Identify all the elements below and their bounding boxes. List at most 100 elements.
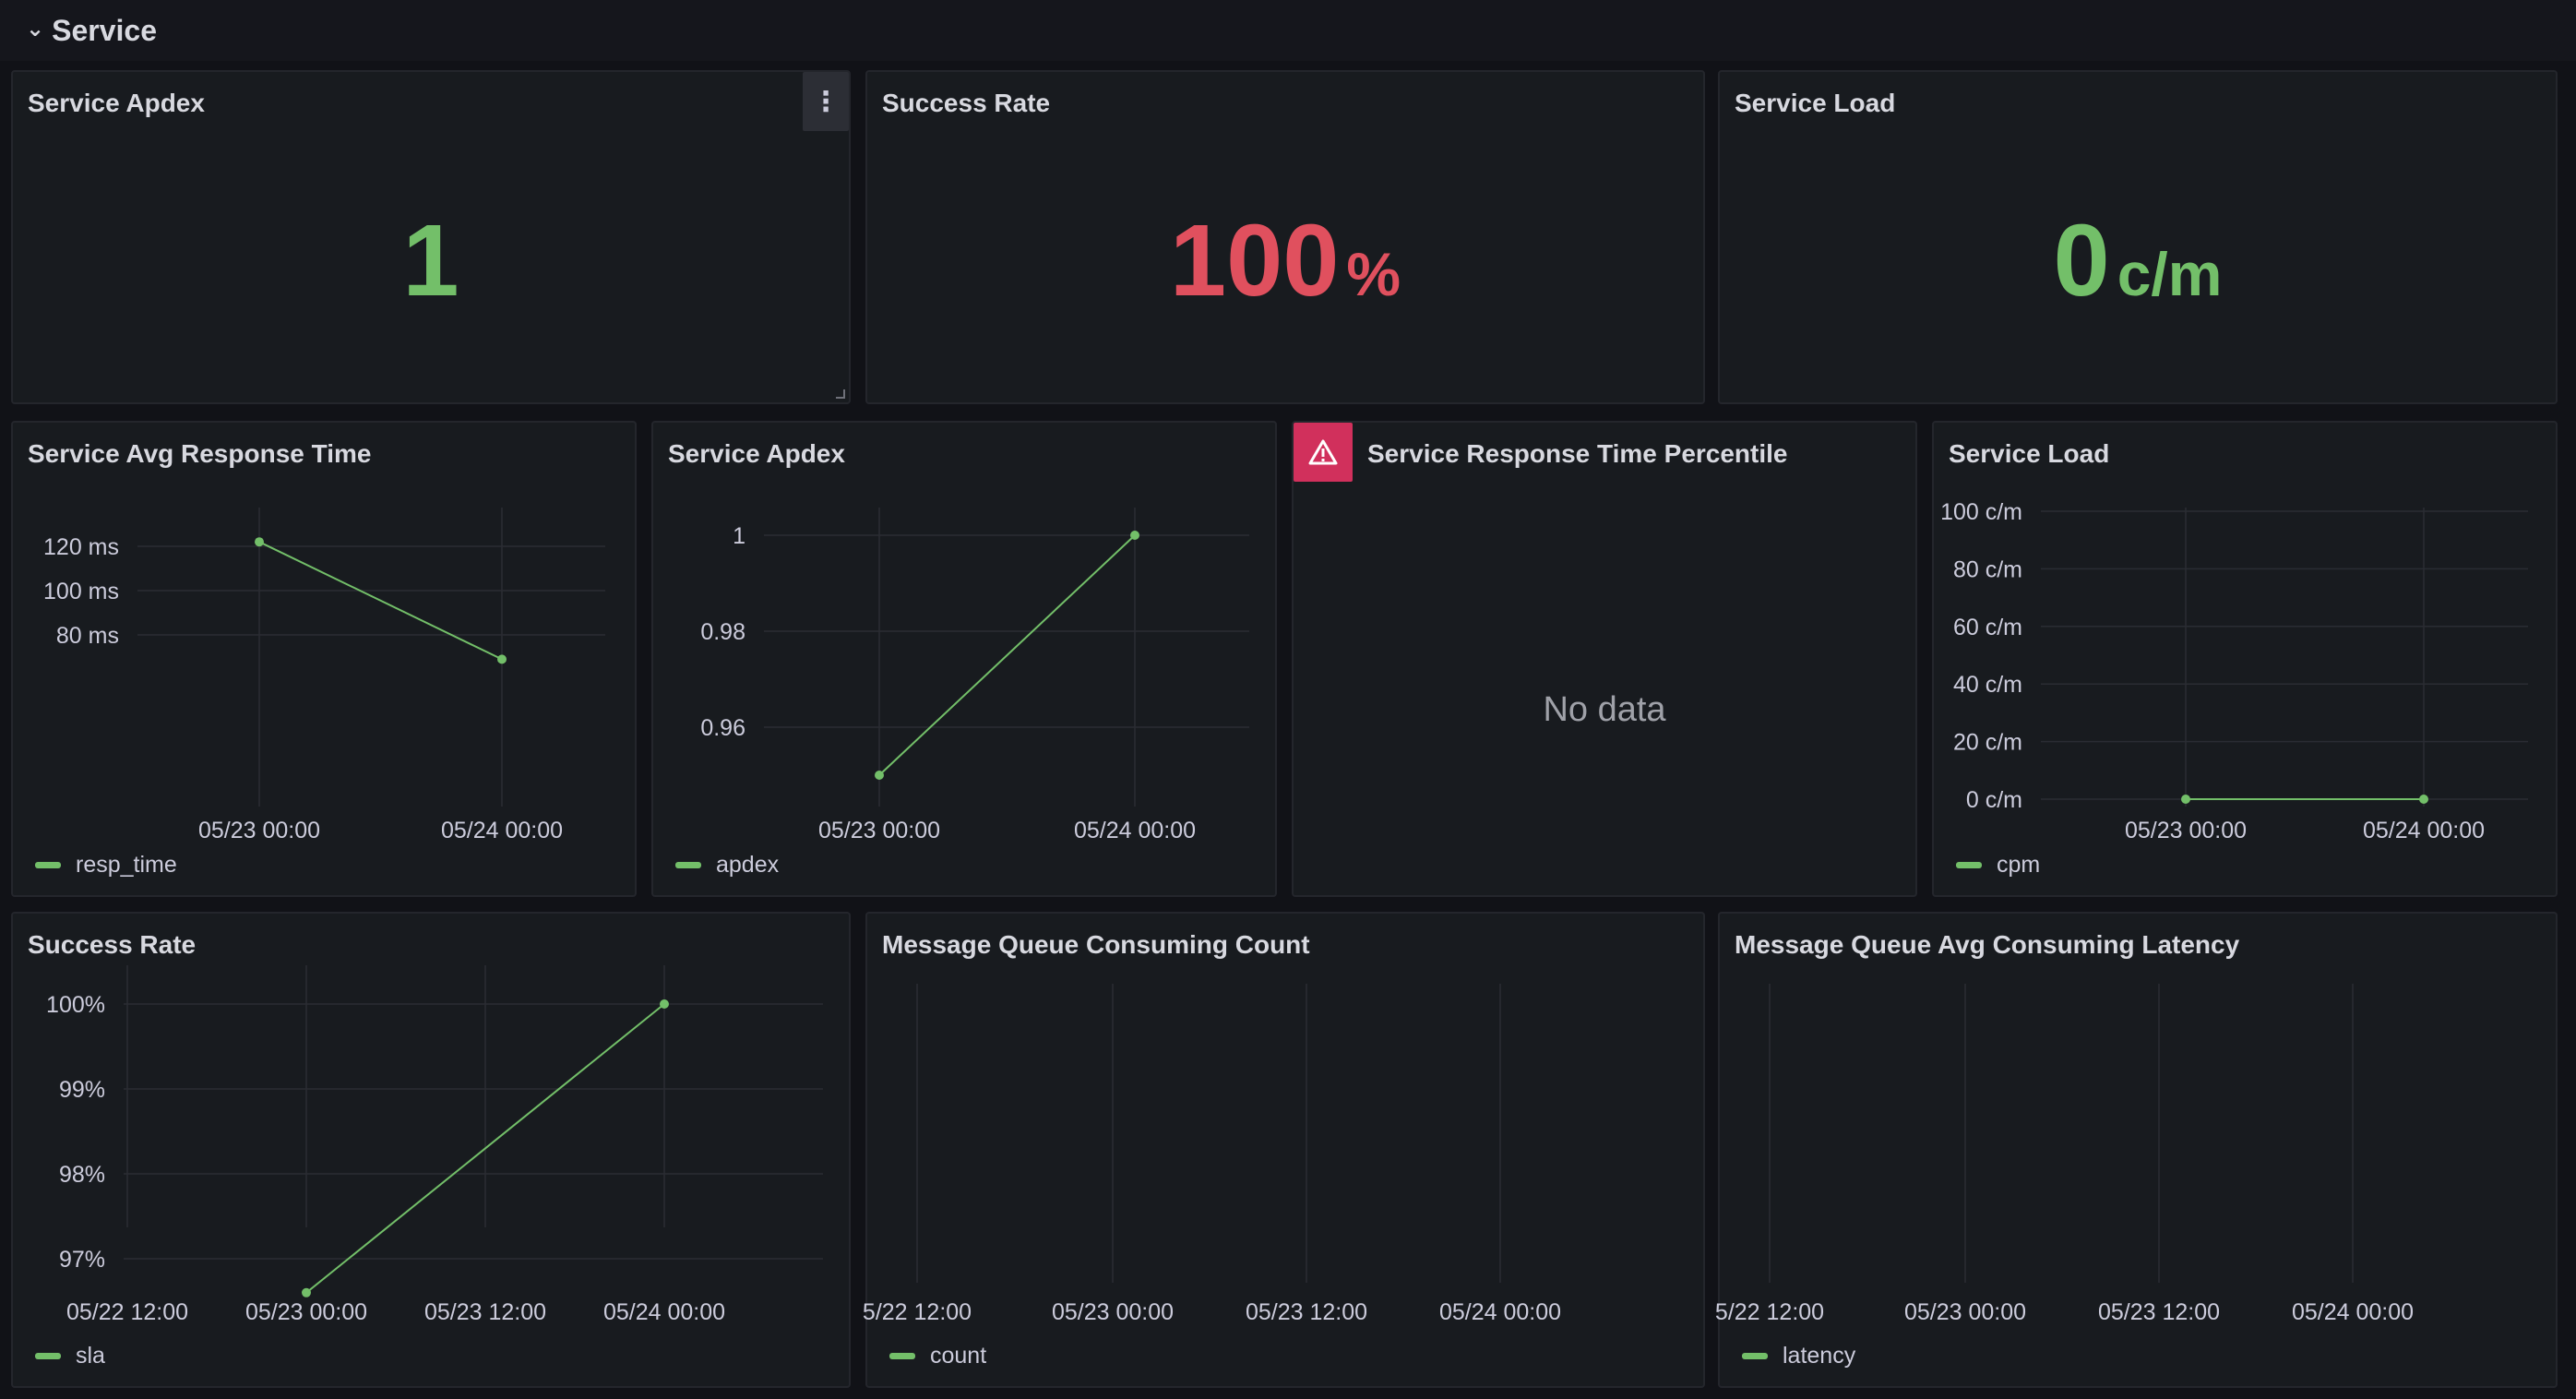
legend-label: apdex	[716, 852, 780, 878]
chart-svg[interactable]: 1 0.98 0.96 05/23 00:00 05/24 00:00	[653, 423, 1279, 899]
x-tick-label: 05/23 12:00	[2098, 1299, 2220, 1325]
panel-title: Success Rate	[28, 930, 197, 959]
legend-label: cpm	[1997, 852, 2041, 878]
x-tick-label: 05/23 00:00	[1052, 1299, 1174, 1325]
chart-svg[interactable]: 5/22 12:00 05/23 00:00 05/23 12:00 05/24 00…	[1715, 914, 2559, 1390]
data-point	[660, 999, 669, 1009]
legend-swatch	[35, 862, 61, 868]
panel-service-load-timeseries[interactable]: 100 c/m 80 c/m 60 c/m 40 c/m 20 c/m 0 c/m 05/2…	[1932, 421, 2558, 897]
legend[interactable]: sla	[35, 1343, 105, 1369]
x-tick-label: 05/22 12:00	[66, 1299, 188, 1325]
chart-svg[interactable]: 120 ms 100 ms 80 ms 05/23 00:00 05/24 00:00	[13, 423, 638, 899]
y-tick-label: 100 c/m	[1940, 499, 2022, 525]
legend[interactable]: count	[889, 1343, 986, 1369]
stat-number: 100	[1169, 204, 1340, 317]
y-tick-label: 60 c/m	[1953, 615, 2022, 640]
panel-message-queue-consuming-count[interactable]: 5/22 12:00 05/23 00:00 05/23 12:00 05/24 00…	[863, 912, 1707, 1390]
x-tick-label: 05/23 00:00	[2125, 818, 2247, 843]
chevron-down-icon[interactable]: ⌄	[26, 16, 44, 42]
chart-svg[interactable]: 5/22 12:00 05/23 00:00 05/23 12:00 05/24 00…	[863, 914, 1707, 1390]
y-tick-label: 40 c/m	[1953, 672, 2022, 698]
y-tick-label: 97%	[59, 1247, 105, 1273]
legend-swatch	[1742, 1353, 1768, 1359]
data-point	[497, 654, 507, 664]
legend-swatch	[35, 1353, 61, 1359]
panel-service-avg-response-time[interactable]: 120 ms 100 ms 80 ms 05/23 00:00 05/24 00:00 …	[11, 421, 637, 897]
data-point	[302, 1287, 311, 1297]
x-tick-label: 05/24 00:00	[2292, 1299, 2414, 1325]
panel-title: Service Apdex	[28, 89, 205, 117]
x-tick-label: 05/24 00:00	[603, 1299, 725, 1325]
y-tick-label: 20 c/m	[1953, 730, 2022, 756]
no-data-message: No data	[1543, 690, 1666, 729]
panel-title: Service Load	[1949, 439, 2110, 468]
warning-icon[interactable]	[1294, 423, 1353, 482]
legend[interactable]: latency	[1742, 1343, 1855, 1369]
legend[interactable]: cpm	[1956, 852, 2040, 879]
panel-title: Message Queue Consuming Count	[882, 930, 1310, 959]
legend-swatch	[675, 862, 701, 868]
stat-value: 100%	[867, 210, 1703, 312]
legend-swatch	[1956, 862, 1982, 868]
x-tick-label: 5/22 12:00	[1715, 1299, 1824, 1325]
panel-service-load-stat[interactable]: Service Load 0 c/m	[1718, 70, 2558, 404]
x-tick-label: 5/22 12:00	[863, 1299, 972, 1325]
y-tick-label: 100 ms	[43, 579, 119, 604]
y-tick-label: 120 ms	[43, 534, 119, 560]
x-tick-label: 05/24 00:00	[2363, 818, 2485, 843]
resize-handle-icon[interactable]	[836, 389, 845, 399]
series-line-apdex	[878, 534, 1136, 776]
x-tick-label: 05/23 00:00	[1904, 1299, 2026, 1325]
panel-message-queue-avg-consuming-latency[interactable]: 5/22 12:00 05/23 00:00 05/23 12:00 05/24 00…	[1715, 912, 2559, 1390]
x-tick-label: 05/23 12:00	[1246, 1299, 1367, 1325]
legend-label: sla	[76, 1343, 105, 1369]
data-point	[2419, 795, 2428, 804]
legend-label: latency	[1783, 1343, 1856, 1369]
y-tick-label: 80 ms	[56, 623, 119, 649]
legend-swatch	[889, 1353, 915, 1359]
row-header-service[interactable]: ⌄ Service	[0, 0, 2576, 61]
y-tick-label: 98%	[59, 1162, 105, 1188]
y-tick-label: 100%	[46, 992, 105, 1018]
stat-unit: %	[1346, 240, 1401, 308]
data-point	[255, 537, 264, 547]
panel-title: Service Apdex	[668, 439, 845, 468]
data-point	[1130, 531, 1139, 540]
stat-value: 0 c/m	[1720, 210, 2556, 312]
stat-number: 1	[402, 204, 459, 317]
panel-service-response-time-percentile[interactable]: Service Response Time Percentile No data	[1292, 421, 1917, 897]
y-tick-label: 0.98	[700, 619, 745, 645]
panel-success-rate-stat[interactable]: Success Rate 100%	[865, 70, 1705, 404]
x-tick-label: 05/23 00:00	[198, 818, 320, 843]
series-line-resp_time	[258, 541, 503, 661]
data-point	[2181, 795, 2190, 804]
x-tick-label: 05/24 00:00	[441, 818, 563, 843]
y-tick-label: 0 c/m	[1966, 787, 2022, 813]
legend-label: count	[930, 1343, 987, 1369]
chart-svg[interactable]: 100 c/m 80 c/m 60 c/m 40 c/m 20 c/m 0 c/m 05/2…	[1934, 423, 2559, 899]
legend-label: resp_time	[76, 852, 177, 878]
panel-service-apdex-stat[interactable]: Service Apdex ⋮ 1	[11, 70, 851, 404]
data-point	[875, 771, 884, 780]
legend[interactable]: apdex	[675, 852, 779, 879]
x-tick-label: 05/24 00:00	[1439, 1299, 1561, 1325]
x-tick-label: 05/23 00:00	[245, 1299, 367, 1325]
stat-number: 0	[2053, 204, 2110, 317]
panel-service-apdex-timeseries[interactable]: 1 0.98 0.96 05/23 00:00 05/24 00:00 Service …	[651, 421, 1277, 897]
y-tick-label: 80 c/m	[1953, 556, 2022, 582]
x-tick-label: 05/23 12:00	[424, 1299, 546, 1325]
panel-title: Message Queue Avg Consuming Latency	[1735, 930, 2240, 959]
y-tick-label: 99%	[59, 1077, 105, 1103]
y-tick-label: 1	[733, 523, 745, 549]
row-title: Service	[52, 13, 157, 47]
panel-title: Service Load	[1735, 89, 1896, 117]
panel-success-rate-timeseries[interactable]: 100% 99% 98% 97% 05/22 12:00 05/23 00:00 05/23…	[11, 912, 851, 1388]
more-vertical-icon[interactable]: ⋮	[803, 72, 849, 131]
stat-unit: c/m	[2117, 240, 2223, 308]
panel-title: Service Avg Response Time	[28, 439, 372, 468]
stat-value: 1	[13, 210, 849, 312]
x-tick-label: 05/23 00:00	[818, 818, 940, 843]
panel-title: Service Response Time Percentile	[1367, 439, 1788, 468]
legend[interactable]: resp_time	[35, 852, 177, 879]
chart-svg[interactable]: 100% 99% 98% 97% 05/22 12:00 05/23 00:00 05/23…	[13, 914, 853, 1390]
